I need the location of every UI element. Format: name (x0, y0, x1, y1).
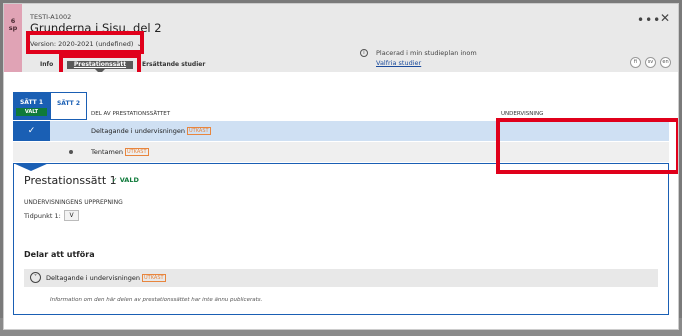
sett-1-label: SÄTT 1 (19, 99, 44, 106)
check-icon: ✓ (13, 121, 50, 141)
lang-sv-button[interactable]: sv (645, 57, 656, 68)
part-title: Deltagande i undervisningen (46, 274, 140, 282)
tab-info[interactable]: Info (40, 61, 53, 68)
timepoint-value: V (64, 210, 79, 221)
sett-1-tab[interactable]: SÄTT 1 VALT (13, 92, 50, 120)
chevron-down-icon: ˅ (30, 272, 41, 283)
plan-text: Placerad i min studieplan inom (376, 49, 477, 57)
highlight-box-version (26, 31, 144, 54)
plan-link[interactable]: Valfria studier (376, 58, 477, 68)
column-header-part: DEL AV PRESTATIONSSÄTTET (91, 111, 171, 117)
lang-en-button[interactable]: en (660, 57, 671, 68)
draft-badge: UTKAST (124, 148, 149, 156)
timepoint-label: Tidpunkt 1: (24, 212, 61, 220)
prestation-panel: Prestationssätt 1 ✓ VALD UNDERVISNINGENS… (13, 163, 669, 315)
panel-pointer (13, 163, 49, 171)
course-code: TESTI-A1002 (30, 13, 72, 21)
more-options-icon[interactable]: ••• (637, 13, 661, 27)
plan-info: i Placerad i min studieplan inom Valfria… (360, 48, 477, 68)
row-title: Tentamen (91, 148, 123, 156)
selected-badge: ✓ VALD (112, 176, 139, 184)
lang-fi-button[interactable]: fi (630, 57, 641, 68)
info-icon: i (360, 49, 368, 57)
part-expander[interactable]: ˅ Deltagande i undervisningen UTKAST (24, 269, 658, 287)
panel-title: Prestationssätt 1 (24, 174, 117, 187)
tab-ersattande-studier[interactable]: Ersättande studier (142, 61, 205, 68)
credits-badge: 6 sp (4, 4, 22, 72)
close-icon[interactable]: ✕ (660, 11, 670, 25)
draft-badge: UTKAST (142, 274, 166, 282)
highlight-box-teaching (496, 118, 678, 174)
modal-body: SÄTT 1 VALT SÄTT 2 DEL AV PRESTATIONSSÄT… (4, 72, 678, 329)
parts-heading: Delar att utföra (24, 250, 95, 259)
row-label: Deltagande i undervisningen UTKAST (91, 127, 211, 135)
repetition-heading: UNDERVISNINGENS UPPREPNING (24, 199, 123, 206)
course-modal: 6 sp TESTI-A1002 Grunderna i Sisu, del 2… (3, 3, 679, 330)
valt-badge: VALT (16, 108, 47, 116)
credits-unit: sp (8, 24, 18, 32)
modal-header: 6 sp TESTI-A1002 Grunderna i Sisu, del 2… (4, 4, 678, 78)
dot-icon (69, 150, 73, 154)
part-info-text: Information om den här delen av prestati… (50, 297, 263, 303)
row-title: Deltagande i undervisningen (91, 127, 185, 135)
sett-2-tab[interactable]: SÄTT 2 (50, 92, 87, 120)
row-label: Tentamen UTKAST (91, 148, 149, 156)
column-header-teaching: UNDERVISNING (501, 111, 544, 117)
part-label: Deltagande i undervisningen UTKAST (46, 274, 166, 282)
draft-badge: UTKAST (187, 127, 211, 135)
sett-2-label: SÄTT 2 (56, 100, 81, 107)
